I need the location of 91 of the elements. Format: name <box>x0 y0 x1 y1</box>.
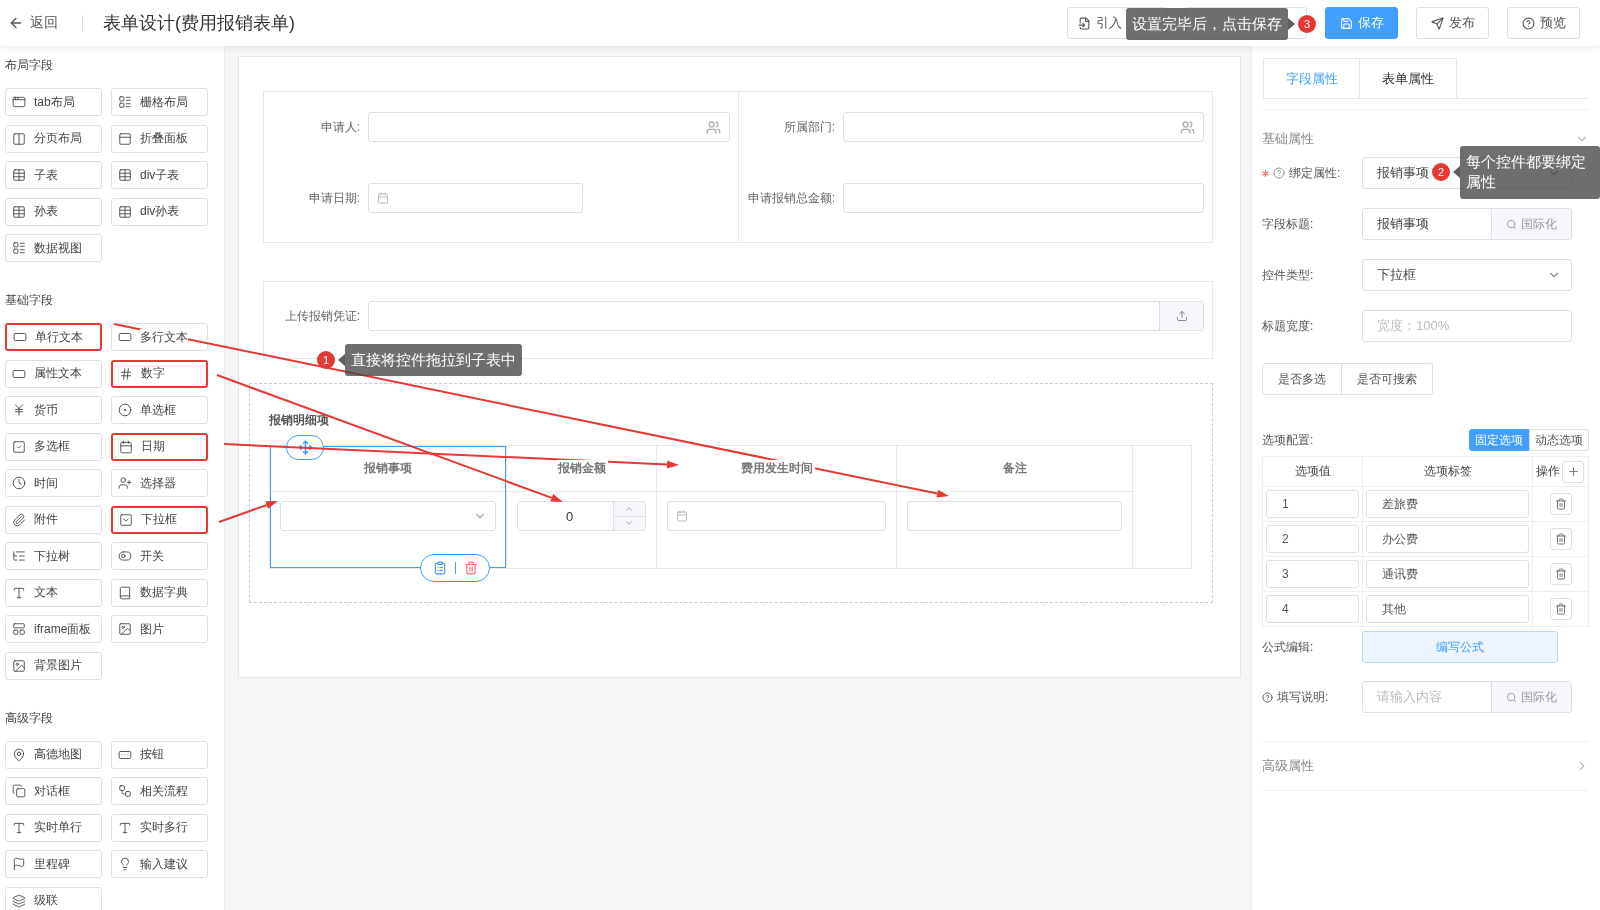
placeholder: 宽度：100% <box>1377 317 1450 335</box>
column-header: 操作 <box>1536 463 1560 480</box>
section-title: 基础字段 <box>5 292 54 309</box>
section-title: 高级属性 <box>1262 757 1314 775</box>
field-button[interactable]: tab布局 <box>5 88 102 116</box>
column-header: 选项值 <box>1294 463 1331 480</box>
field-button[interactable]: 下拉框 <box>111 505 208 534</box>
field-button[interactable]: 实时多行 <box>111 813 208 842</box>
segment-button[interactable]: 动态选项 <box>1529 429 1589 451</box>
field-button[interactable]: 多行文本 <box>111 323 208 351</box>
field-label: 所属部门: <box>782 118 836 136</box>
field-button[interactable]: 里程碑 <box>5 850 102 878</box>
section-title: 布局字段 <box>5 57 54 74</box>
input-field[interactable]: 其他 <box>1366 595 1529 623</box>
toolbar-button[interactable]: 发布 <box>1416 7 1489 39</box>
field-button[interactable]: 货币 <box>5 396 102 424</box>
step-badge: 2 <box>1432 163 1450 182</box>
field-button[interactable]: 时间 <box>5 469 102 497</box>
field-button[interactable]: 数据字典 <box>111 578 208 607</box>
field-label: 字段标题: <box>1262 215 1314 233</box>
field-button[interactable]: 相关流程 <box>111 777 208 805</box>
field-button[interactable]: 分页布局 <box>5 124 102 153</box>
field-button[interactable]: 数字 <box>111 359 208 388</box>
field-button[interactable]: 数据视图 <box>5 234 102 262</box>
field-label: 绑定属性: <box>1289 164 1341 182</box>
field-button[interactable]: 属性文本 <box>5 359 102 388</box>
input-field[interactable]: 报销事项 国际化 <box>1362 208 1572 240</box>
column-header: 备注 <box>1000 460 1029 477</box>
input-field[interactable]: 4 <box>1266 595 1359 623</box>
toolbar-button[interactable]: 预览 <box>1507 7 1580 39</box>
subtable-title: 报销明细项 <box>269 412 329 429</box>
field-button[interactable]: 附件 <box>5 505 102 534</box>
field-label: 填写说明: <box>1277 688 1329 706</box>
field-label: 上传报销凭证: <box>283 307 361 325</box>
field-button[interactable]: 孙表 <box>5 197 102 226</box>
field-label: 控件类型: <box>1262 266 1314 284</box>
field-button[interactable]: 输入建议 <box>111 850 208 878</box>
tooltip: 每个控件都要绑定属性 <box>1460 146 1600 199</box>
section-title: 高级字段 <box>5 709 54 727</box>
field-button[interactable]: div子表 <box>111 161 208 189</box>
field-button[interactable]: div孙表 <box>111 197 208 226</box>
field-button[interactable]: 选择器 <box>111 469 208 497</box>
field-label: 申请日期: <box>307 189 361 207</box>
field-value: 报销事项 <box>1377 215 1429 233</box>
input-field[interactable]: 差旅费 <box>1366 490 1529 518</box>
field-label: 标题宽度: <box>1262 317 1314 335</box>
column-header: 报销金额 <box>555 460 608 477</box>
field-button[interactable]: 图片 <box>111 615 208 643</box>
input-field[interactable]: 办公费 <box>1366 525 1529 553</box>
tooltip: 设置完毕后，点击保存 <box>1126 8 1288 41</box>
input-field[interactable]: 通讯费 <box>1366 560 1529 588</box>
field-button[interactable]: 开关 <box>111 542 208 570</box>
field-button[interactable]: 折叠面板 <box>111 124 208 153</box>
back-button[interactable]: 返回 <box>8 14 58 32</box>
field-button[interactable]: 单选框 <box>111 396 208 424</box>
field-label: 申请报销总金额: <box>746 189 836 207</box>
section-title: 基础属性 <box>1262 129 1314 148</box>
field-button[interactable]: 按钮 <box>111 740 208 769</box>
column-header: 选项标签 <box>1423 463 1472 480</box>
field-label: 选项配置: <box>1262 431 1315 449</box>
tab[interactable]: 表单属性 <box>1360 58 1457 98</box>
field-button[interactable]: 对话框 <box>5 777 102 805</box>
field-button[interactable]: 背景图片 <box>5 651 102 680</box>
field-label: 申请人: <box>319 118 361 136</box>
field-button[interactable]: 栅格布局 <box>111 88 208 116</box>
select-field[interactable]: 下拉框 <box>1362 259 1572 291</box>
toggle-button[interactable]: 是否可搜索 <box>1342 363 1433 395</box>
field-value: 下拉框 <box>1377 266 1416 284</box>
input-field[interactable]: 3 <box>1266 560 1359 588</box>
field-button[interactable]: iframe面板 <box>5 615 102 643</box>
field-button[interactable]: 单行文本 <box>5 323 102 351</box>
field-value: 报销事项 <box>1377 164 1429 182</box>
field-button[interactable]: 下拉树 <box>5 542 102 570</box>
page-title: 表单设计(费用报销表单) <box>103 12 295 35</box>
placeholder: 请输入内容 <box>1377 688 1442 706</box>
column-header: 报销事项 <box>362 460 414 477</box>
column-header: 费用发生时间 <box>738 460 815 477</box>
field-button[interactable]: 文本 <box>5 578 102 607</box>
number-field[interactable]: 0 <box>517 501 646 531</box>
field-button[interactable]: 多选框 <box>5 432 102 461</box>
tooltip: 直接将控件拖拉到子表中 <box>345 344 522 377</box>
field-button[interactable]: 高德地图 <box>5 740 102 769</box>
input-field[interactable]: 1 <box>1266 490 1359 518</box>
field-value: 0 <box>565 508 574 524</box>
field-button[interactable]: 日期 <box>111 432 208 461</box>
toggle-button[interactable]: 是否多选 <box>1262 363 1342 395</box>
field-button[interactable]: 级联 <box>5 886 102 910</box>
input-field[interactable]: 2 <box>1266 525 1359 553</box>
field-label: 公式编辑: <box>1262 638 1315 656</box>
field-button[interactable]: 子表 <box>5 161 102 189</box>
field-button[interactable]: 实时单行 <box>5 813 102 842</box>
